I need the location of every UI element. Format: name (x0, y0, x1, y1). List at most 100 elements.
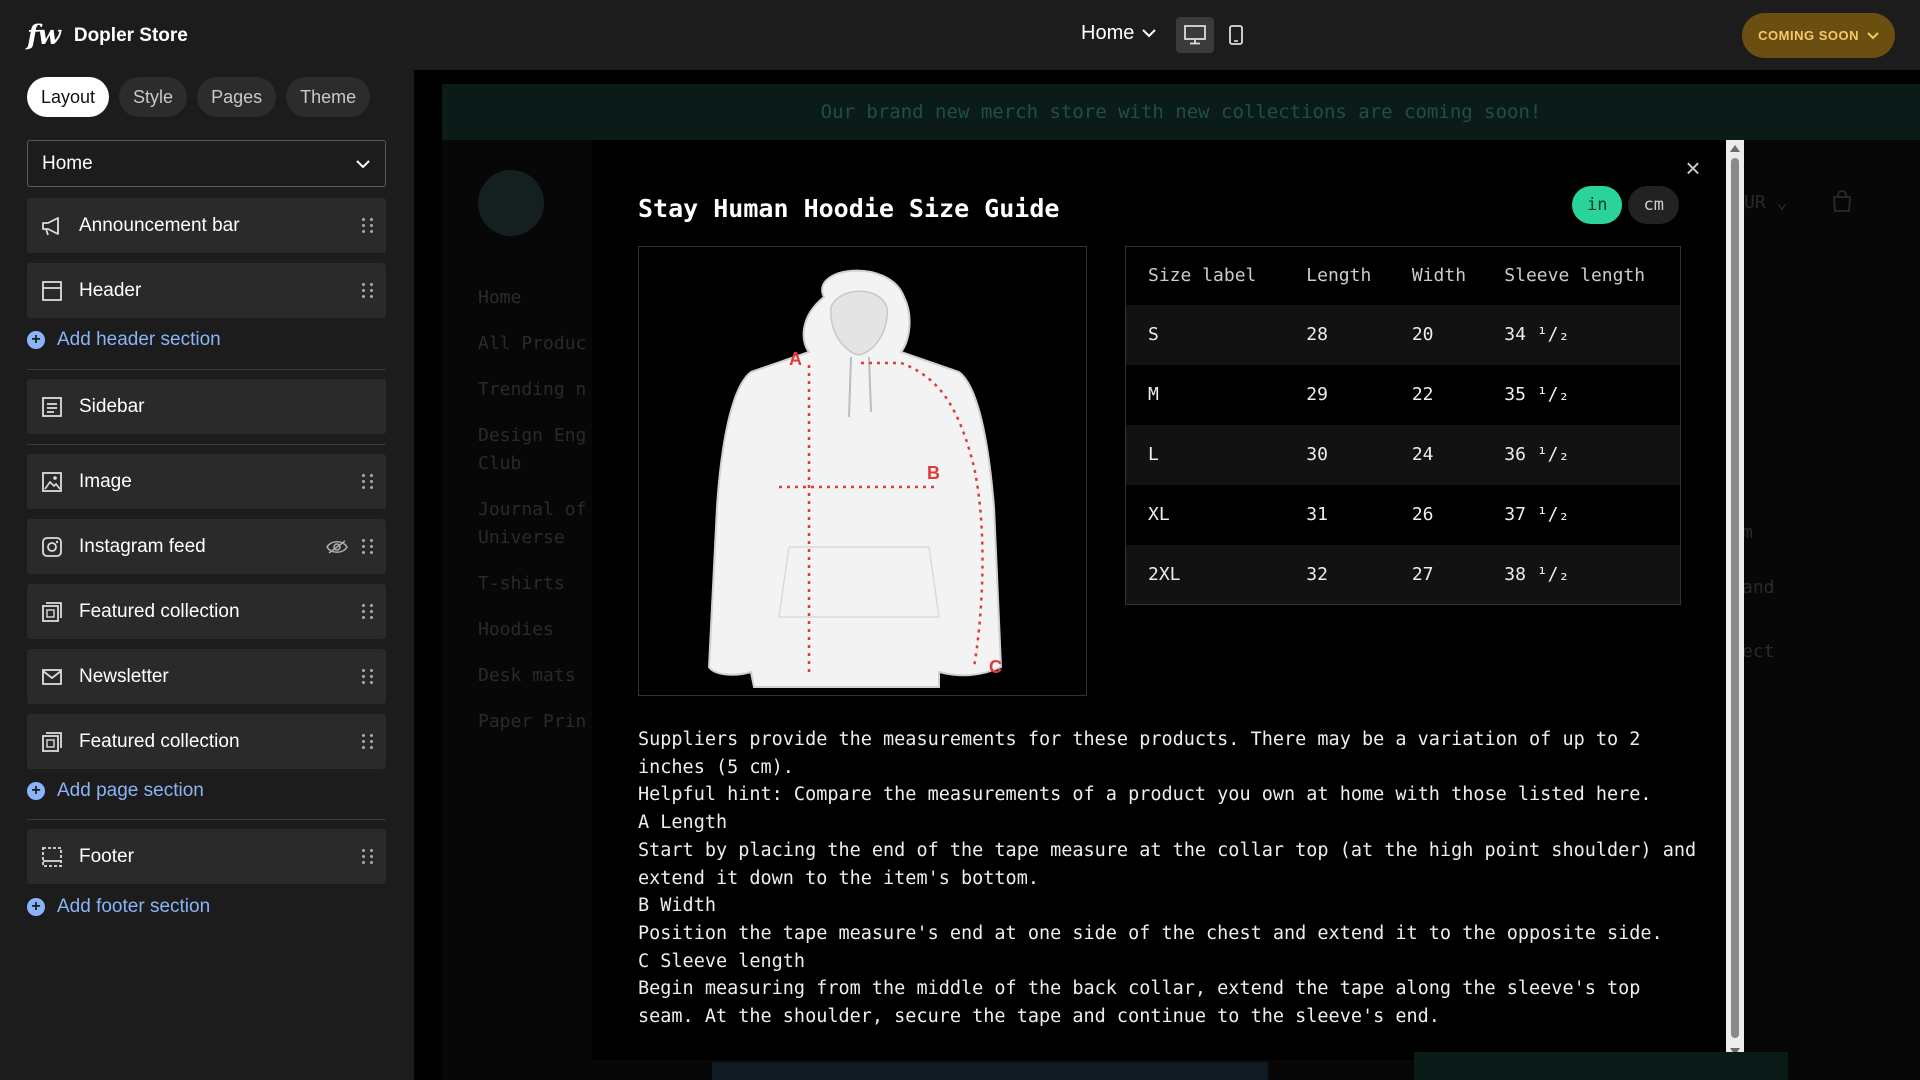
table-row: S 28 20 34 ¹/₂ (1125, 304, 1681, 365)
section-label: Newsletter (79, 665, 169, 687)
page-dropdown[interactable]: Home (1081, 22, 1157, 45)
section-label: Announcement bar (79, 214, 240, 236)
nav-link[interactable]: Desk mats (478, 662, 608, 690)
tab-layout[interactable]: Layout (27, 77, 110, 117)
nav-link[interactable]: Paper Prin (478, 708, 608, 736)
app-logo[interactable]: fw (27, 20, 61, 51)
description-heading: A Length (638, 812, 728, 834)
nav-link[interactable]: Trending n (478, 376, 608, 404)
plus-circle-icon: + (27, 898, 45, 916)
nav-link[interactable]: Design Eng Club (478, 422, 608, 478)
nav-link[interactable]: T-shirts (478, 570, 608, 598)
table-cell: 27 (1389, 544, 1483, 605)
page-select[interactable]: Home (27, 140, 386, 187)
nav-link[interactable]: Hoodies (478, 616, 608, 644)
brand: fw Dopler Store (27, 20, 188, 51)
plus-circle-icon: + (27, 331, 45, 349)
table-cell: 34 ¹/₂ (1482, 304, 1681, 365)
description-heading: B Width (638, 895, 716, 917)
background-text: ect (1742, 641, 1775, 662)
table-cell: 31 (1306, 504, 1328, 525)
background-text: and (1742, 577, 1775, 598)
table-row: 2XL 32 27 38 ¹/₂ (1125, 544, 1681, 605)
section-footer[interactable]: Footer (27, 829, 386, 884)
table-cell: L (1125, 424, 1285, 485)
eye-hidden-icon[interactable] (326, 539, 348, 555)
add-page-section-link[interactable]: + Add page section (27, 780, 204, 802)
size-guide-description: Suppliers provide the measurements for t… (638, 726, 1698, 1031)
table-cell: 2XL (1125, 544, 1285, 605)
add-footer-section-link[interactable]: + Add footer section (27, 896, 210, 918)
drag-handle-icon[interactable] (362, 669, 374, 684)
modal-scrollbar[interactable] (1726, 140, 1744, 1060)
section-sidebar[interactable]: Sidebar (27, 379, 386, 434)
table-cell: 32 (1284, 544, 1390, 605)
section-header[interactable]: Header (27, 263, 386, 318)
drag-handle-icon[interactable] (362, 218, 374, 233)
drag-handle-icon[interactable] (362, 283, 374, 298)
unit-in-button[interactable]: in (1572, 186, 1623, 224)
desktop-view-button[interactable] (1176, 17, 1214, 53)
add-footer-section-label: Add footer section (57, 896, 211, 917)
table-cell: 36 ¹/₂ (1482, 424, 1681, 485)
description-heading: C Sleeve length (638, 950, 806, 972)
tab-style[interactable]: Style (119, 77, 188, 117)
column-header: Width (1411, 265, 1467, 287)
label-b: B (927, 463, 940, 483)
drag-handle-icon[interactable] (362, 849, 374, 864)
add-header-section-label: Add header section (57, 329, 221, 350)
drag-handle-icon[interactable] (362, 604, 374, 619)
section-image[interactable]: Image (27, 454, 386, 509)
preview-nav: Home All Produc Trending n Design Eng Cl… (478, 284, 608, 754)
description-paragraph: Position the tape measure's end at one s… (638, 922, 1663, 944)
drag-handle-icon[interactable] (362, 734, 374, 749)
announcement-bar[interactable]: Our brand new merch store with new colle… (442, 84, 1920, 140)
description-paragraph: Start by placing the end of the tape mea… (638, 839, 1697, 889)
drag-handle-icon[interactable] (362, 539, 374, 554)
nav-link[interactable]: Home (478, 284, 608, 312)
section-label: Image (79, 470, 132, 492)
section-label: Footer (79, 845, 134, 867)
editor-sidebar: fw Dopler Store Layout Style Pages Theme… (0, 0, 414, 1080)
coming-soon-button[interactable]: COMING SOON (1742, 13, 1895, 58)
table-cell: 29 (1306, 384, 1328, 405)
add-header-section-link[interactable]: + Add header section (27, 329, 221, 351)
section-announcement-bar[interactable]: Announcement bar (27, 198, 386, 253)
label-a: A (789, 349, 802, 369)
tab-pages[interactable]: Pages (197, 77, 277, 117)
scroll-up-arrow-icon[interactable] (1730, 145, 1740, 152)
instagram-icon (39, 534, 65, 560)
nav-link[interactable]: All Produc (478, 330, 608, 358)
tab-theme[interactable]: Theme (286, 77, 371, 117)
currency-label: UR (1744, 192, 1766, 213)
section-featured-collection[interactable]: Featured collection (27, 714, 386, 769)
column-header: Sleeve length (1504, 265, 1646, 287)
background-button-strip (1414, 1052, 1788, 1080)
close-icon[interactable]: × (1682, 155, 1704, 181)
chevron-down-icon (356, 159, 370, 168)
section-label: Featured collection (79, 730, 240, 752)
page-dropdown-label: Home (1081, 22, 1135, 44)
label-c: C (989, 657, 1002, 677)
currency-selector[interactable]: UR ⌄ (1744, 192, 1787, 213)
section-label: Featured collection (79, 600, 240, 622)
section-instagram-feed[interactable]: Instagram feed (27, 519, 386, 574)
mobile-view-button[interactable] (1217, 17, 1255, 53)
table-row: M 29 22 35 ¹/₂ (1126, 365, 1681, 425)
modal-title: Stay Human Hoodie Size Guide (638, 194, 1060, 223)
chevron-down-icon (1142, 29, 1157, 38)
section-featured-collection[interactable]: Featured collection (27, 584, 386, 639)
scrollbar-thumb[interactable] (1731, 158, 1739, 1038)
table-cell: 24 (1389, 424, 1483, 485)
nav-link[interactable]: Journal of Universe (478, 496, 608, 552)
sidebar-tabs: Layout Style Pages Theme (27, 77, 371, 117)
section-newsletter[interactable]: Newsletter (27, 649, 386, 704)
size-table: Size label Length Width Sleeve length S … (1125, 246, 1681, 605)
mail-icon (39, 664, 65, 690)
unit-cm-button[interactable]: cm (1628, 186, 1679, 224)
table-cell: 20 (1389, 304, 1483, 365)
drag-handle-icon[interactable] (362, 474, 374, 489)
cart-icon[interactable] (1832, 190, 1852, 217)
header-layout-icon (39, 278, 65, 304)
table-cell: M (1148, 384, 1159, 405)
